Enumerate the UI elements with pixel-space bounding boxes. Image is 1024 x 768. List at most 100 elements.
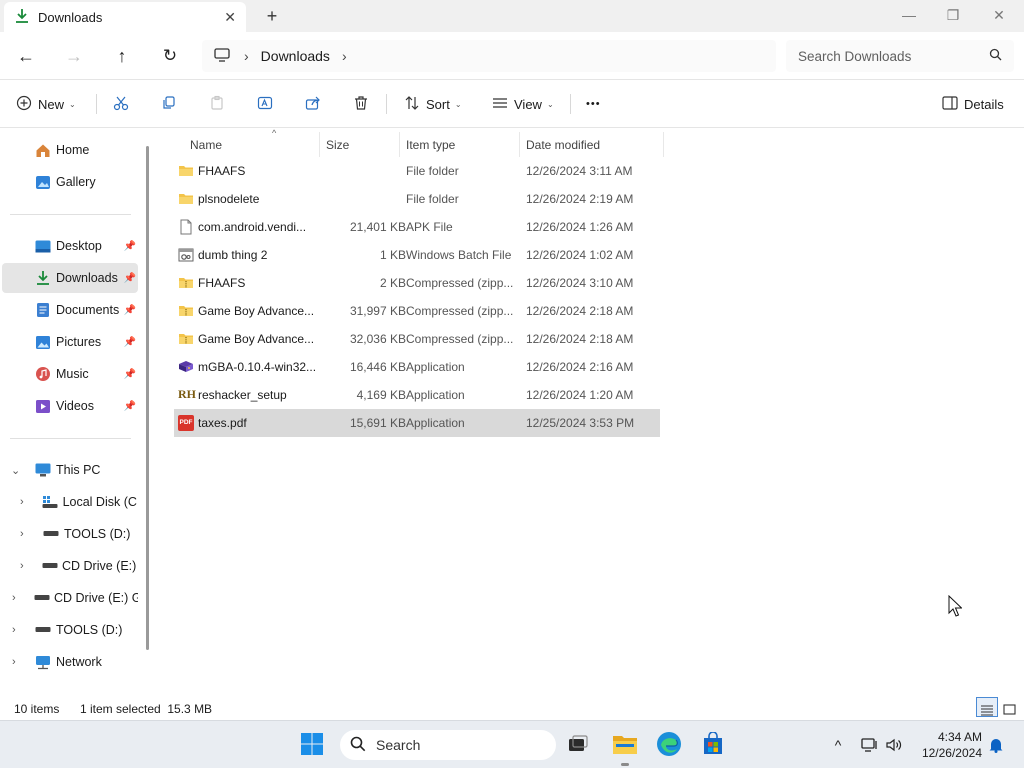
sidebar-divider — [10, 214, 131, 215]
cut-button[interactable] — [113, 92, 129, 116]
sidebar-item-downloads[interactable]: Downloads 📌 — [2, 263, 138, 293]
start-button[interactable] — [297, 730, 327, 760]
view-list-icon — [492, 95, 508, 114]
file-row[interactable]: dumb thing 2 1 KB Windows Batch File 12/… — [174, 241, 660, 269]
file-type: APK File — [406, 220, 453, 234]
rename-button[interactable] — [257, 92, 273, 116]
file-row[interactable]: FHAAFS 2 KB Compressed (zipp... 12/26/20… — [174, 269, 660, 297]
chevron-right-icon[interactable]: › — [20, 560, 24, 572]
pin-icon[interactable]: 📌 — [124, 305, 136, 316]
pin-icon[interactable]: 📌 — [124, 401, 136, 412]
close-button[interactable]: ✕ — [976, 4, 1022, 26]
pin-icon[interactable]: 📌 — [124, 273, 136, 284]
copy-button[interactable] — [161, 92, 177, 116]
file-type: Compressed (zipp... — [406, 332, 514, 346]
delete-button[interactable] — [353, 92, 369, 116]
tab-close-icon[interactable]: ✕ — [224, 9, 236, 26]
view-label: View — [514, 96, 542, 112]
sidebar-item-tools-drive-sub[interactable]: › TOOLS (D:) — [2, 519, 138, 549]
back-button[interactable]: ← — [14, 44, 38, 68]
file-date: 12/26/2024 1:02 AM — [526, 248, 634, 262]
zip-folder-icon — [178, 275, 194, 291]
paste-button[interactable] — [209, 92, 225, 116]
chevron-right-icon[interactable]: › — [12, 624, 16, 636]
details-button[interactable]: Details — [942, 92, 1004, 116]
new-tab-button[interactable]: + — [262, 6, 282, 26]
new-button[interactable]: New ⌄ — [16, 92, 76, 116]
chevron-right-icon[interactable]: › — [20, 528, 24, 540]
pictures-icon — [34, 334, 52, 350]
forward-button[interactable]: → — [62, 44, 86, 68]
rename-icon — [257, 95, 273, 114]
more-options-button[interactable]: ••• — [586, 92, 601, 116]
maximize-button[interactable]: ❐ — [930, 4, 976, 26]
tray-overflow-chevron[interactable]: ^ — [828, 735, 848, 755]
microsoft-store-icon — [701, 730, 725, 759]
sidebar-item-cd-drive-sub[interactable]: › CD Drive (E:) G — [2, 551, 138, 581]
column-header-size[interactable]: Size — [320, 132, 400, 157]
search-input[interactable]: Search Downloads — [798, 49, 989, 64]
file-size: 4,169 KB — [356, 388, 406, 402]
sort-ascending-icon: ^ — [272, 128, 277, 138]
details-view-toggle[interactable] — [976, 697, 998, 717]
task-view-button[interactable] — [563, 730, 593, 760]
file-row[interactable]: mGBA-0.10.4-win32... 16,446 KB Applicati… — [174, 353, 660, 381]
up-button[interactable]: ↑ — [110, 44, 134, 68]
address-bar[interactable]: › Downloads › — [202, 40, 776, 72]
file-row[interactable]: Game Boy Advance... 32,036 KB Compressed… — [174, 325, 660, 353]
sidebar-item-pictures[interactable]: Pictures 📌 — [2, 327, 138, 357]
view-button[interactable]: View ⌄ — [492, 92, 554, 116]
drive-icon — [34, 622, 52, 638]
file-row[interactable]: com.android.vendi... 21,401 KB APK File … — [174, 213, 660, 241]
sidebar-item-tools-drive[interactable]: › TOOLS (D:) — [2, 615, 138, 645]
sidebar-label: Network — [56, 655, 102, 669]
column-header-name[interactable]: Name ^ — [184, 128, 320, 157]
breadcrumb-chevron[interactable]: › — [342, 48, 347, 64]
tiles-view-toggle[interactable] — [998, 697, 1020, 717]
refresh-button[interactable]: ↻ — [158, 44, 182, 68]
sidebar-item-this-pc[interactable]: ⌄ This PC — [2, 455, 138, 485]
network-tray-icon[interactable] — [860, 735, 880, 755]
chevron-down-icon[interactable]: ⌄ — [11, 464, 20, 477]
file-row[interactable]: plsnodelete File folder 12/26/2024 2:19 … — [174, 185, 660, 213]
chevron-right-icon[interactable]: › — [12, 656, 16, 668]
volume-icon[interactable] — [884, 735, 904, 755]
breadcrumb-downloads[interactable]: Downloads — [261, 48, 330, 64]
sidebar-item-desktop[interactable]: Desktop 📌 — [2, 231, 138, 261]
column-header-date[interactable]: Date modified — [520, 132, 664, 157]
sidebar-item-music[interactable]: Music 📌 — [2, 359, 138, 389]
sort-button[interactable]: Sort ⌄ — [404, 92, 462, 116]
pin-icon[interactable]: 📌 — [124, 337, 136, 348]
chevron-right-icon[interactable]: › — [12, 592, 16, 604]
store-taskbar-button[interactable] — [698, 730, 728, 760]
column-label: Item type — [406, 137, 456, 152]
file-row[interactable]: Game Boy Advance... 31,997 KB Compressed… — [174, 297, 660, 325]
sidebar-item-local-disk[interactable]: › Local Disk (C:) — [2, 487, 138, 517]
sidebar-item-documents[interactable]: Documents 📌 — [2, 295, 138, 325]
sidebar-item-videos[interactable]: Videos 📌 — [2, 391, 138, 421]
sidebar-item-network[interactable]: › Network — [2, 647, 138, 677]
edge-taskbar-button[interactable] — [654, 730, 684, 760]
system-clock[interactable]: 4:34 AM 12/26/2024 — [912, 729, 982, 761]
pin-icon[interactable]: 📌 — [124, 369, 136, 380]
tab-downloads[interactable]: Downloads ✕ — [4, 2, 246, 32]
file-row[interactable]: PDF taxes.pdf 15,691 KB Application 12/2… — [174, 409, 660, 437]
taskbar-search[interactable]: Search — [340, 730, 556, 760]
search-box[interactable]: Search Downloads — [786, 40, 1014, 72]
sidebar-scrollbar[interactable] — [146, 146, 149, 650]
sidebar-item-home[interactable]: Home — [2, 135, 138, 165]
videos-icon — [34, 398, 52, 414]
chevron-right-icon[interactable]: › — [20, 496, 24, 508]
notification-bell-icon[interactable] — [986, 735, 1006, 755]
pin-icon[interactable]: 📌 — [124, 241, 136, 252]
file-row[interactable]: FHAAFS File folder 12/26/2024 3:11 AM — [174, 157, 660, 185]
file-row[interactable]: RH reshacker_setup 4,169 KB Application … — [174, 381, 660, 409]
sidebar-item-gallery[interactable]: Gallery — [2, 167, 138, 197]
file-date: 12/26/2024 2:18 AM — [526, 304, 634, 318]
share-button[interactable] — [305, 92, 321, 116]
file-explorer-taskbar-button[interactable] — [610, 730, 640, 760]
column-header-type[interactable]: Item type — [400, 132, 520, 157]
sidebar-item-cd-drive[interactable]: › CD Drive (E:) GP — [2, 583, 138, 613]
file-name: Game Boy Advance... — [198, 332, 315, 346]
minimize-button[interactable]: — — [886, 4, 932, 26]
